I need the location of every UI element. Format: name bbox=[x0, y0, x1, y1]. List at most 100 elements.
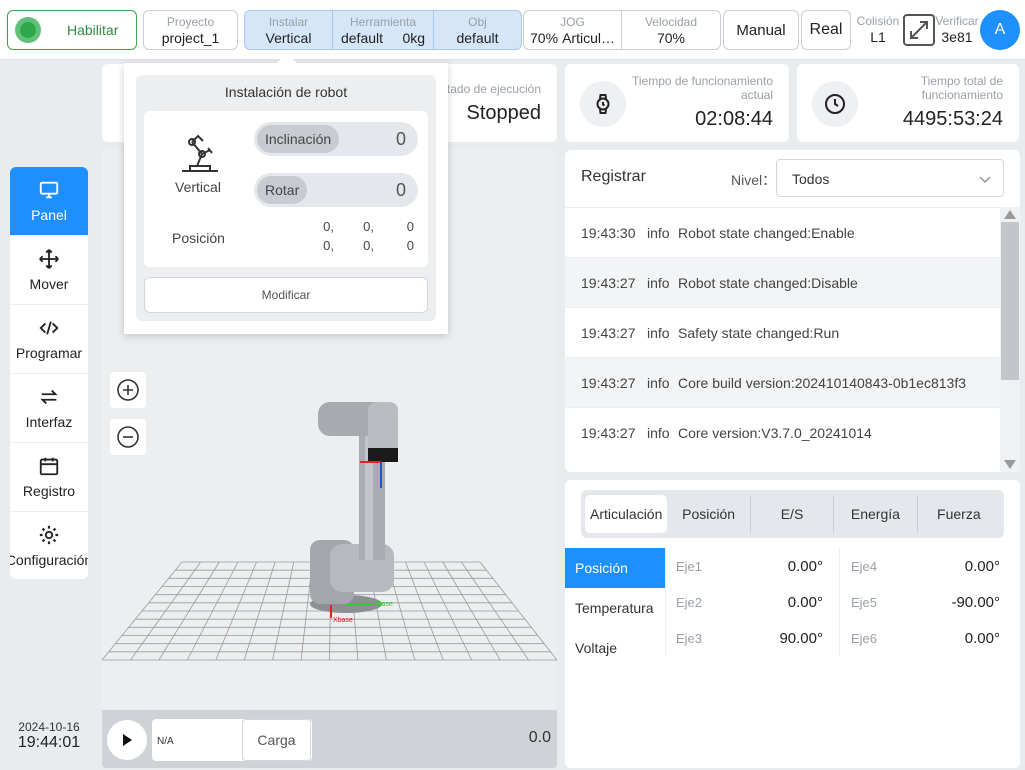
expand-arrows-icon bbox=[910, 21, 928, 39]
nav-label-panel: Panel bbox=[31, 207, 67, 223]
user-avatar[interactable]: A bbox=[980, 10, 1020, 50]
tool-label: Herramienta bbox=[349, 15, 417, 29]
joint-row: Eje5 -90.00° bbox=[841, 584, 1016, 620]
log-level: info bbox=[647, 324, 670, 341]
joint-value: -90.00° bbox=[951, 593, 1000, 611]
jog-label: JOG bbox=[560, 15, 585, 29]
nav-item-interface[interactable]: Interfaz bbox=[10, 374, 88, 443]
log-scrollbar[interactable] bbox=[1000, 207, 1020, 472]
real-mode-button[interactable]: Real bbox=[801, 10, 851, 50]
nav-item-program[interactable]: Programar bbox=[10, 305, 88, 374]
load-button[interactable]: Carga bbox=[242, 719, 311, 761]
level-select[interactable]: Todos bbox=[776, 159, 1004, 197]
play-button[interactable] bbox=[107, 720, 147, 760]
joint-column-left: Eje1 0.00° Eje2 0.00° Eje3 90.00° bbox=[665, 548, 840, 656]
nav-item-log[interactable]: Registro bbox=[10, 443, 88, 512]
install-selector[interactable]: Instalar Vertical Herramienta default 0k… bbox=[244, 10, 522, 50]
popup-title: Instalación de robot bbox=[224, 84, 348, 100]
install-cell[interactable]: Instalar Vertical bbox=[245, 11, 333, 49]
clock-icon bbox=[812, 81, 858, 127]
joint-value: 90.00° bbox=[779, 629, 823, 647]
execution-state-value: Stopped bbox=[466, 102, 541, 124]
position-value: 0 bbox=[406, 219, 414, 234]
stopwatch-icon bbox=[580, 81, 626, 127]
verify-value: 3e81 bbox=[941, 29, 973, 45]
nav-item-panel[interactable]: Panel bbox=[10, 167, 88, 236]
modify-button[interactable]: Modificar bbox=[144, 277, 428, 313]
collision-label: Colisión bbox=[856, 14, 900, 28]
tab-posicion[interactable]: Posición bbox=[667, 495, 751, 533]
side-tab-temperature[interactable]: Temperatura bbox=[565, 588, 665, 628]
scroll-thumb[interactable] bbox=[1001, 222, 1019, 380]
side-tab-voltage[interactable]: Voltaje bbox=[565, 628, 665, 668]
execution-state-label: Estado de ejecución bbox=[432, 82, 541, 96]
nav-label-interface: Interfaz bbox=[25, 414, 73, 430]
jog-cell[interactable]: JOG 70% Articul… bbox=[524, 11, 622, 49]
speed-cell[interactable]: Velocidad 70% bbox=[622, 11, 720, 49]
log-time: 19:43:27 bbox=[581, 424, 636, 441]
monitor-icon bbox=[39, 181, 59, 199]
install-label: Instalar bbox=[268, 15, 309, 29]
tilt-value: 0 bbox=[395, 129, 406, 149]
log-row: 19:43:27 info Safety state changed:Run bbox=[565, 307, 1000, 357]
log-time: 19:43:27 bbox=[581, 324, 636, 341]
gear-icon bbox=[39, 525, 59, 545]
current-date: 2024-10-16 bbox=[18, 720, 80, 734]
joint-value: 0.00° bbox=[964, 557, 1000, 575]
scroll-down-arrow-icon[interactable] bbox=[1004, 460, 1016, 469]
chevron-down-icon bbox=[979, 176, 991, 184]
tool-cell[interactable]: Herramienta default 0kg bbox=[333, 11, 435, 49]
joint-column-right: Eje4 0.00° Eje5 -90.00° Eje6 0.00° bbox=[841, 548, 1016, 656]
log-level: info bbox=[647, 424, 670, 441]
obj-label: Obj bbox=[468, 15, 487, 29]
nav-item-move[interactable]: Mover bbox=[10, 236, 88, 305]
tab-fuerza[interactable]: Fuerza bbox=[918, 495, 1000, 533]
log-level: info bbox=[647, 274, 670, 291]
playback-speed: 0.0 bbox=[528, 729, 551, 746]
calendar-icon bbox=[39, 457, 59, 476]
manual-mode-button[interactable]: Manual bbox=[723, 10, 799, 50]
jog-speed-selector[interactable]: JOG 70% Articul… Velocidad 70% bbox=[523, 10, 721, 50]
tilt-label: Inclinación bbox=[257, 125, 340, 153]
verify-checksum[interactable]: Verificar 3e81 bbox=[934, 14, 980, 46]
scroll-up-arrow-icon[interactable] bbox=[1004, 210, 1016, 219]
top-bar: Habilitar Proyecto project_1 Instalar Ve… bbox=[0, 0, 1025, 60]
obj-cell[interactable]: Obj default bbox=[434, 11, 521, 49]
nav-item-settings[interactable]: Configuración bbox=[10, 512, 88, 579]
tool-load: 0kg bbox=[402, 30, 426, 46]
log-message: Robot state changed:Disable bbox=[678, 274, 858, 291]
base-y-axis bbox=[345, 603, 373, 606]
robot-flange bbox=[368, 448, 398, 462]
project-value: project_1 bbox=[161, 30, 220, 46]
speed-value: 70% bbox=[656, 30, 686, 46]
runtime-label: Tiempo de funcionamiento actual bbox=[632, 74, 773, 102]
tab-energia[interactable]: Energía bbox=[834, 495, 918, 533]
enable-button[interactable]: Habilitar bbox=[7, 10, 137, 50]
total-runtime-value: 4495:53:24 bbox=[902, 108, 1003, 130]
fullscreen-icon[interactable] bbox=[903, 14, 935, 46]
tool-name: default bbox=[340, 30, 384, 46]
rotate-field[interactable]: Rotar 0 bbox=[254, 173, 418, 207]
total-runtime-label: Tiempo total de funcionamiento bbox=[920, 74, 1003, 102]
log-message: Core version:V3.7.0_20241014 bbox=[678, 424, 872, 441]
runtime-card: Tiempo de funcionamiento actual 02:08:44 bbox=[565, 64, 789, 142]
jog-mode: Articul… bbox=[562, 30, 615, 46]
joint-tabs: Articulación Posición E/S Energía Fuerza bbox=[581, 490, 1004, 538]
position-value: 0 bbox=[406, 238, 414, 253]
rotate-label: Rotar bbox=[257, 176, 308, 204]
side-tab-position[interactable]: Posición bbox=[565, 548, 665, 588]
project-label: Proyecto bbox=[166, 15, 215, 29]
level-value: Todos bbox=[792, 171, 830, 187]
project-selector[interactable]: Proyecto project_1 bbox=[143, 10, 238, 50]
log-title: Registrar bbox=[581, 168, 646, 185]
log-row: 19:43:27 info Core version:V3.7.0_202410… bbox=[565, 407, 1000, 457]
tilt-field[interactable]: Inclinación 0 bbox=[254, 122, 418, 156]
total-runtime-card: Tiempo total de funcionamiento 4495:53:2… bbox=[797, 64, 1019, 142]
joint-name: Eje6 bbox=[851, 630, 878, 646]
base-y-label: Ybase bbox=[373, 601, 393, 608]
tab-io[interactable]: E/S bbox=[751, 495, 835, 533]
tab-articulacion[interactable]: Articulación bbox=[585, 495, 668, 533]
log-time: 19:43:27 bbox=[581, 374, 636, 391]
log-row: 19:43:30 info Robot state changed:Enable bbox=[565, 207, 1000, 257]
collision-level[interactable]: Colisión L1 bbox=[856, 14, 900, 46]
